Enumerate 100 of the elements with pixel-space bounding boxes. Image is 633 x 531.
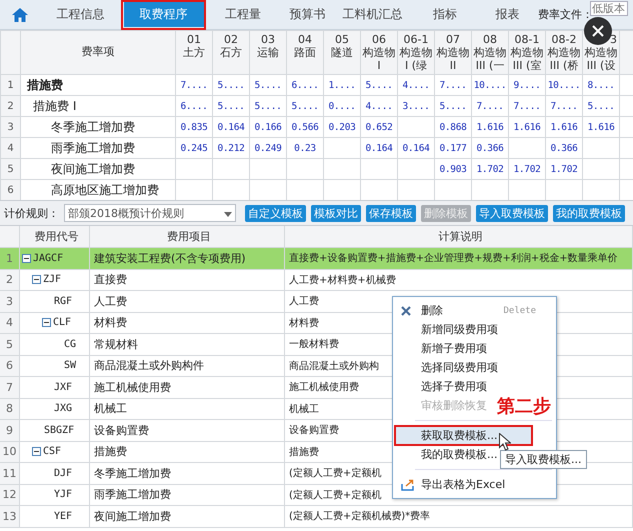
table-cell: 建筑安装工程费(不含专项费用) [90,248,285,270]
table-cell: 5.... [250,96,286,116]
cursor-icon [499,433,511,451]
column-code: 02 [223,32,239,46]
table-cell: 3.... [398,96,434,116]
column-code: 06 [371,32,387,46]
table-cell: 夜间施工增加费 [20,158,176,180]
code-cell: JXF [20,377,90,398]
column-header: 石方 [219,46,243,59]
table-cell: 5.... [212,74,250,96]
home-icon[interactable] [11,6,29,22]
table-cell: 施工机械使用费 [90,377,285,398]
fee-file-field[interactable]: 低版本 [590,1,628,16]
table-cell: 0.164 [360,138,398,158]
template-button[interactable]: 我的取费模板 [553,204,625,222]
column-header: 构造物 III (设 [584,46,618,72]
column-code: 05 [334,32,350,46]
tab[interactable]: 报表 [480,0,535,30]
table-cell: 常规材料 [90,334,285,356]
table-cell: 9.... [508,74,546,96]
table-cell: 5.... [360,74,398,96]
code-cell: RGF [20,291,90,312]
table-cell: 人工费+材料费+机械费 [285,270,633,291]
fee-file-label: 费率文件： [538,8,590,22]
column-header: 构造物 I (绿 [398,46,434,72]
table-cell: 雨季施工增加费 [90,484,285,506]
table-cell: 7.... [176,74,212,96]
table-cell: 6.... [176,96,212,116]
table-cell: 冬季施工增加费 [90,463,285,484]
table-cell: 0.177 [434,138,472,158]
row-number: 4 [0,312,20,334]
code-cell: YJF [20,484,90,506]
table-cell: 直接费+设备购置费+措施费+企业管理费+规费+利润+税金+数量乘单价 [285,248,633,270]
annotation-text: 第二步 [497,396,551,417]
minus-box-icon[interactable] [42,318,51,328]
column-header: 土方 [182,46,206,59]
template-button[interactable]: 导入取费模板 [476,204,548,222]
table-cell: 0.203 [324,116,360,138]
column-header: 构造物 III (室 [510,46,544,72]
row-number: 10 [0,442,20,463]
menu-item[interactable]: 选择子费用项 [395,377,495,396]
close-icon [401,306,411,316]
tab[interactable]: 取费程序 [121,0,206,30]
shortcut-label: Delete [503,306,536,316]
row-number: 12 [0,484,20,506]
minus-box-icon[interactable] [32,447,41,456]
column-code: 04 [297,32,313,46]
table-cell: 1.... [324,74,360,96]
caret-icon [224,212,232,216]
table-cell: 冬季施工增加费 [20,116,176,138]
code-cell: CLF [20,312,90,334]
table-cell: 6.... [286,74,324,96]
tab[interactable]: 预算书 [280,0,335,30]
row-number: 9 [0,420,20,442]
code-cell: YEF [20,506,90,528]
row-number: 4 [0,138,20,158]
table-cell: 5.... [286,96,324,116]
menu-item[interactable]: 新增子费用项 [395,339,495,358]
menu-item[interactable]: 获取取费模板... [395,426,532,445]
export-icon [401,478,415,490]
row-number: 2 [0,96,20,116]
pricing-rule-dropdown[interactable]: 部颁2018概预计价规则 [64,204,236,222]
template-button[interactable]: 模板对比 [311,204,361,222]
table-cell: 4.... [398,74,434,96]
row-number: 7 [0,377,20,398]
tab[interactable]: 工程量 [206,0,280,30]
table-cell: 1.702 [472,158,508,180]
column-code: 08-2 [550,32,578,46]
column-header: 隧道 [330,46,354,59]
menu-item[interactable]: 选择同级费用项 [395,358,506,377]
template-button[interactable]: 保存模板 [366,204,416,222]
table-cell: 0.366 [472,138,508,158]
table-cell: 0.366 [546,138,582,158]
tab[interactable]: 工程信息 [40,0,121,30]
table-cell: 0.245 [176,138,212,158]
tab[interactable]: 工料机汇总 [335,0,410,30]
table-cell: 0.903 [434,158,472,180]
table-cell: 0.652 [360,116,398,138]
table-cell: 4.... [360,96,398,116]
minus-box-icon[interactable] [22,254,31,263]
code-cell: DJF [20,463,90,484]
table-cell: (定额人工费+定额机械费)*费率 [285,506,633,528]
minus-box-icon[interactable] [32,275,41,284]
row-number: 2 [0,270,20,291]
table-cell: 0.23 [286,138,324,158]
tab[interactable]: 指标 [410,0,480,30]
table-cell: 0.566 [286,116,324,138]
row-number: 8 [0,398,20,420]
table-cell: 7.... [508,96,546,116]
table-cell: 0.835 [176,116,212,138]
table-cell: 5.... [434,96,472,116]
column-code: 3 [609,32,618,46]
column-header: 费率项 [82,44,114,59]
close-button[interactable] [584,17,612,45]
table-cell: 1.702 [546,158,582,180]
table-cell: 1.616 [508,116,546,138]
table-cell: 雨季施工增加费 [20,138,176,158]
row-number: 11 [0,463,20,484]
table-cell: 0.212 [212,138,250,158]
template-button[interactable]: 自定义模板 [245,204,306,222]
